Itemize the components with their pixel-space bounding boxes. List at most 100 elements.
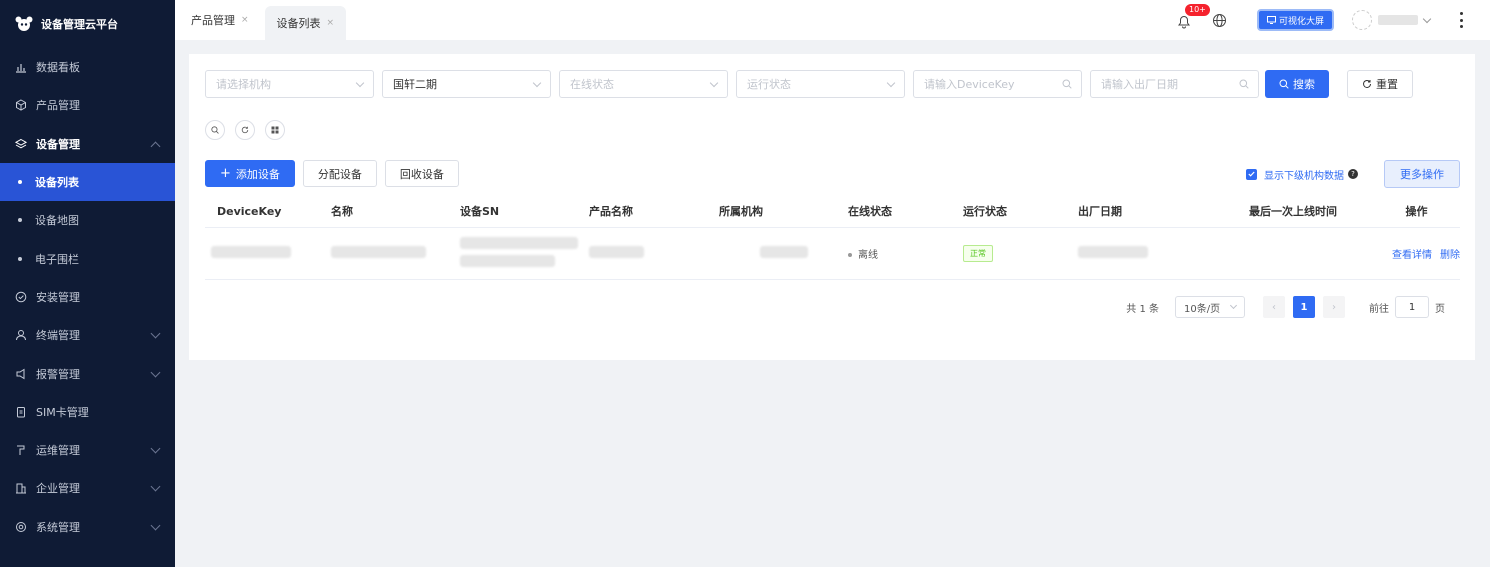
close-icon[interactable]: × — [327, 18, 335, 28]
columns-button[interactable] — [265, 120, 285, 140]
online-status-text: 离线 — [858, 249, 878, 261]
cell-product — [589, 227, 719, 280]
chevron-down-icon — [150, 367, 161, 377]
search-icon — [1279, 79, 1289, 89]
chevron-down-icon — [150, 328, 161, 339]
goto-suffix: 页 — [1435, 303, 1445, 315]
sidebar-item-dashboard[interactable]: 数据看板 — [0, 48, 175, 86]
more-operations-button[interactable]: 更多操作 — [1384, 160, 1460, 188]
sidebar-item-device-list[interactable]: 设备列表 — [0, 162, 175, 202]
help-icon[interactable]: ? — [1348, 169, 1358, 179]
recycle-device-button[interactable]: 回收设备 — [384, 160, 459, 187]
refresh-icon — [241, 126, 249, 134]
sidebar-item-installation[interactable]: 安装管理 — [0, 278, 175, 316]
project-select-value: 国轩二期 — [393, 78, 437, 91]
chevron-down-icon — [150, 443, 161, 454]
sidebar-item-terminal[interactable]: 终端管理 — [0, 316, 175, 354]
sidebar-item-label: 系统管理 — [36, 520, 80, 534]
view-detail-link[interactable]: 查看详情 — [1392, 250, 1432, 261]
visual-screen-label: 可视化大屏 — [1278, 16, 1324, 27]
online-status-select[interactable]: 在线状态 — [559, 70, 728, 98]
factory-date-placeholder: 请输入出厂日期 — [1101, 78, 1178, 91]
bullet-icon — [18, 218, 22, 223]
column-header: 操作 — [1373, 196, 1460, 228]
redacted-text — [460, 254, 555, 267]
column-header: 设备SN — [460, 196, 589, 228]
globe-icon[interactable] — [1212, 13, 1227, 28]
check-icon — [1248, 171, 1255, 177]
cell-factory-date — [1078, 227, 1213, 280]
cell-org — [719, 227, 848, 280]
sidebar-item-enterprise[interactable]: 企业管理 — [0, 469, 175, 507]
column-header: DeviceKey — [205, 196, 331, 228]
notification-button[interactable]: 10+ — [1176, 3, 1211, 30]
add-device-button[interactable]: + 添加设备 — [205, 160, 295, 187]
total-count: 共 1 条 — [1126, 303, 1159, 315]
app-logo[interactable]: 设备管理云平台 — [0, 0, 175, 48]
org-select[interactable]: 请选择机构 — [205, 70, 374, 98]
chevron-down-icon — [150, 481, 161, 492]
redacted-text — [211, 245, 291, 258]
sidebar-item-product[interactable]: 产品管理 — [0, 86, 175, 124]
factory-date-input[interactable]: 请输入出厂日期 — [1090, 70, 1259, 98]
filter-bar: 请选择机构 国轩二期 在线状态 运行状态 请输入DeviceKey 请输入出厂日… — [205, 70, 1413, 98]
tab-device-list[interactable]: 设备列表 × — [264, 6, 347, 40]
show-sub-label[interactable]: 显示下级机构数据 — [1264, 167, 1344, 182]
devicekey-placeholder: 请输入DeviceKey — [924, 78, 1015, 91]
user-menu[interactable] — [1352, 10, 1432, 30]
cell-name — [331, 227, 460, 280]
project-select[interactable]: 国轩二期 — [382, 70, 551, 98]
sidebar-item-device-map[interactable]: 设备地图 — [0, 201, 175, 239]
chevron-left-icon: ‹ — [1272, 301, 1276, 313]
sidebar-item-label: 设备列表 — [35, 176, 79, 190]
prev-page-button[interactable]: ‹ — [1263, 296, 1285, 318]
goto-page-input[interactable]: 1 — [1395, 296, 1429, 318]
column-header: 在线状态 — [848, 196, 963, 228]
run-status-select[interactable]: 运行状态 — [736, 70, 905, 98]
tab-label: 产品管理 — [191, 14, 235, 27]
app-title: 设备管理云平台 — [41, 18, 118, 31]
sidebar-item-sim[interactable]: SIM卡管理 — [0, 393, 175, 431]
user-icon — [14, 328, 28, 342]
page-size-select[interactable]: 10条/页 — [1175, 296, 1245, 318]
pagination: 共 1 条 10条/页 ‹ 1 › 前往 1 页 — [1126, 296, 1445, 318]
assign-device-button[interactable]: 分配设备 — [302, 160, 377, 187]
search-button[interactable]: 搜索 — [1265, 70, 1329, 98]
cube-icon — [14, 98, 28, 112]
close-icon[interactable]: × — [241, 15, 249, 25]
sidebar-item-label: SIM卡管理 — [36, 405, 89, 419]
page-size-value: 10条/页 — [1184, 303, 1221, 315]
device-table: DeviceKey 名称 设备SN 产品名称 所属机构 在线状态 运行状态 出厂… — [205, 196, 1460, 280]
toggle-search-button[interactable] — [205, 120, 225, 140]
reset-button[interactable]: 重置 — [1347, 70, 1413, 98]
sidebar-item-device-management[interactable]: 设备管理 — [0, 125, 175, 163]
more-vertical-icon[interactable] — [1460, 12, 1464, 28]
page-number-button[interactable]: 1 — [1293, 296, 1315, 318]
devicekey-input[interactable]: 请输入DeviceKey — [913, 70, 1082, 98]
alarm-icon — [14, 367, 28, 381]
chevron-down-icon — [150, 520, 161, 531]
next-page-button[interactable]: › — [1323, 296, 1345, 318]
sidebar-item-maintenance[interactable]: 运维管理 — [0, 431, 175, 469]
settings-icon — [14, 520, 28, 534]
chevron-down-icon — [1229, 301, 1238, 310]
table-toolbar — [205, 120, 295, 140]
sidebar-item-system[interactable]: 系统管理 — [0, 508, 175, 546]
delete-link[interactable]: 删除 — [1440, 250, 1460, 261]
assign-device-label: 分配设备 — [317, 167, 362, 181]
goto-page: 前往 1 页 — [1369, 296, 1445, 318]
sidebar-item-label: 设备管理 — [36, 137, 80, 151]
sidebar-item-geofence[interactable]: 电子围栏 — [0, 239, 175, 277]
search-button-label: 搜索 — [1293, 78, 1315, 91]
refresh-button[interactable] — [235, 120, 255, 140]
column-header: 产品名称 — [589, 196, 719, 228]
search-icon — [1239, 79, 1249, 89]
visual-screen-button[interactable]: 可视化大屏 — [1256, 9, 1334, 31]
app-root: 设备管理云平台 数据看板 产品管理 设备管理 设备列表 设备地图 电子围栏 安装… — [0, 0, 1490, 567]
chevron-down-icon — [709, 78, 719, 88]
show-sub-checkbox[interactable] — [1246, 168, 1257, 180]
redacted-text — [1078, 245, 1148, 258]
tab-product-management[interactable]: 产品管理 × — [179, 5, 261, 35]
sidebar-item-label: 报警管理 — [36, 367, 80, 381]
sidebar-item-alarm[interactable]: 报警管理 — [0, 354, 175, 392]
